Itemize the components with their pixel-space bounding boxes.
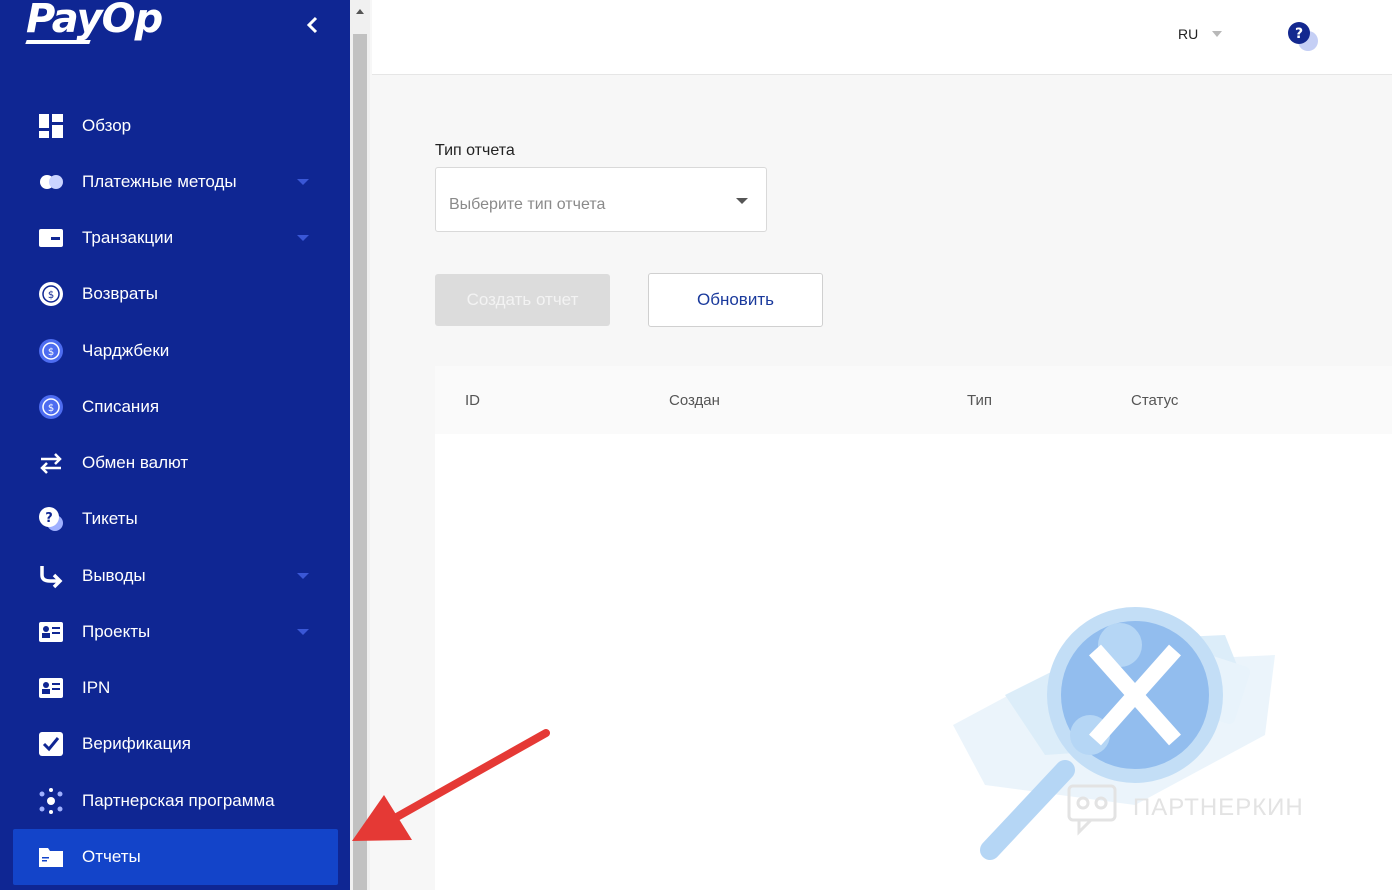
sidebar-item-payment-methods[interactable]: Платежные методы <box>0 157 350 207</box>
svg-text:$: $ <box>48 403 54 414</box>
card-icon <box>38 225 64 251</box>
sidebar-item-label: Обзор <box>82 116 132 135</box>
scrollbar-thumb[interactable] <box>353 34 367 890</box>
dropdown-arrow-icon <box>736 198 748 204</box>
sidebar-item-label: Обмен валют <box>82 453 189 472</box>
withdrawal-icon <box>38 563 64 589</box>
tickets-icon: ? <box>38 506 64 532</box>
logo-underline <box>25 40 91 44</box>
chargeback-icon: $ <box>38 338 64 364</box>
sidebar-item-currency-exchange[interactable]: Обмен валют <box>0 438 350 488</box>
sidebar-item-projects[interactable]: Проекты <box>0 607 350 657</box>
sidebar-item-label: Возвраты <box>82 284 158 303</box>
sidebar: PayOp Обзор Платежные методы Транзакции … <box>0 0 350 890</box>
svg-text:$: $ <box>48 347 54 358</box>
reports-folder-icon <box>38 844 64 870</box>
svg-text:$: $ <box>48 290 54 301</box>
watermark-text: ПАРТНЕРКИН <box>1133 794 1304 821</box>
sidebar-item-label: Выводы <box>82 566 146 585</box>
dashboard-icon <box>38 113 64 139</box>
sidebar-item-reports[interactable]: Отчеты <box>13 829 338 885</box>
sidebar-item-ipn[interactable]: IPN <box>0 663 350 713</box>
chat-logo-icon <box>1067 784 1117 836</box>
create-report-button[interactable]: Создать отчет <box>435 274 610 326</box>
scroll-up-button[interactable] <box>350 0 370 22</box>
triangle-up-icon <box>356 8 364 14</box>
svg-text:?: ? <box>45 511 53 526</box>
sidebar-item-verification[interactable]: Верификация <box>0 719 350 769</box>
payop-logo[interactable]: PayOp <box>26 0 163 42</box>
refund-icon: $ <box>38 281 64 307</box>
sidebar-item-chargebacks[interactable]: $ Чарджбеки <box>0 326 350 376</box>
column-header-id[interactable]: ID <box>465 392 480 409</box>
sidebar-item-writeoffs[interactable]: $ Списания <box>0 382 350 432</box>
writeoff-icon: $ <box>38 394 64 420</box>
sidebar-item-label: Проекты <box>82 622 151 641</box>
chevron-down-icon <box>297 573 309 579</box>
sidebar-item-withdrawals[interactable]: Выводы <box>0 551 350 601</box>
sidebar-item-label: Транзакции <box>82 228 174 247</box>
column-header-type[interactable]: Тип <box>967 392 992 409</box>
language-selector[interactable]: RU <box>1178 26 1223 42</box>
watermark: ПАРТНЕРКИН <box>1065 780 1304 836</box>
sidebar-item-label: Списания <box>82 397 160 416</box>
chevron-left-icon <box>306 16 318 34</box>
sidebar-item-label: Тикеты <box>82 509 138 528</box>
report-type-select[interactable]: Выберите тип отчета <box>435 167 767 232</box>
help-icon[interactable]: ? <box>1286 21 1320 53</box>
column-header-status[interactable]: Статус <box>1131 392 1178 409</box>
sidebar-item-transactions[interactable]: Транзакции <box>0 213 350 263</box>
sidebar-item-label: Отчеты <box>82 847 141 866</box>
sidebar-scrollbar[interactable] <box>350 0 370 890</box>
refresh-button[interactable]: Обновить <box>648 273 823 327</box>
caret-down-icon <box>1212 31 1223 37</box>
sidebar-item-label: Партнерская программа <box>82 791 275 810</box>
affiliate-icon <box>38 788 64 814</box>
chevron-down-icon <box>297 235 309 241</box>
sidebar-item-tickets[interactable]: ? Тикеты <box>0 494 350 544</box>
projects-icon <box>38 619 64 645</box>
verification-icon <box>38 731 64 757</box>
sidebar-item-label: Чарджбеки <box>82 341 170 360</box>
exchange-icon <box>38 450 64 476</box>
sidebar-item-label: IPN <box>82 678 111 697</box>
table-header: ID Создан Тип Статус <box>435 366 1392 434</box>
collapse-sidebar-button[interactable] <box>300 10 324 40</box>
ipn-icon <box>38 675 64 701</box>
chevron-down-icon <box>297 179 309 185</box>
sidebar-item-label: Верификация <box>82 734 191 753</box>
report-type-placeholder: Выберите тип отчета <box>449 196 606 213</box>
column-header-created[interactable]: Создан <box>669 392 720 409</box>
sidebar-item-refunds[interactable]: $ Возвраты <box>0 269 350 319</box>
sidebar-item-affiliate-program[interactable]: Партнерская программа <box>0 776 350 826</box>
svg-text:?: ? <box>1295 26 1303 42</box>
payment-methods-icon <box>38 169 64 195</box>
sidebar-item-overview[interactable]: Обзор <box>0 101 350 151</box>
report-type-label: Тип отчета <box>435 142 515 159</box>
sidebar-item-label: Платежные методы <box>82 172 237 191</box>
language-code: RU <box>1178 26 1199 42</box>
top-bar: RU ? <box>372 0 1392 75</box>
chevron-down-icon <box>297 629 309 635</box>
